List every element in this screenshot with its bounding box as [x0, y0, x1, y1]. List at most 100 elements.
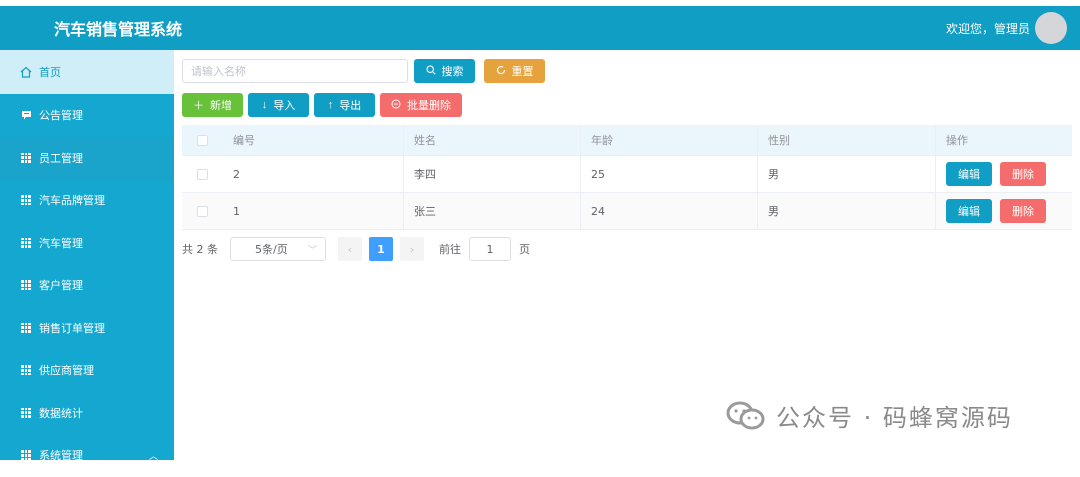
grid-icon: [20, 280, 32, 291]
sidebar-item-home[interactable]: 首页: [0, 50, 174, 94]
delete-button[interactable]: 删除: [1000, 162, 1046, 186]
chevron-left-icon: ‹: [347, 242, 353, 256]
arrow-up-icon: ↑: [327, 99, 334, 111]
sidebar-item-label: 客户管理: [39, 279, 83, 293]
select-all-checkbox-cell: [182, 134, 223, 146]
column-header-id: 编号: [233, 134, 255, 147]
welcome-text: 欢迎您，管理员: [945, 21, 1030, 36]
reset-button-label: 重置: [511, 66, 534, 78]
cell-actions: 编辑 删除: [935, 193, 1072, 229]
sidebar-item-label: 销售订单管理: [39, 321, 105, 335]
grid-icon: [20, 450, 32, 461]
import-button[interactable]: ↓ 导入: [248, 93, 309, 117]
sidebar-item-label: 系统管理: [39, 449, 83, 463]
row-checkbox-cell: [182, 205, 223, 217]
sidebar-item-cars[interactable]: 汽车管理: [0, 222, 174, 265]
goto-label: 前往: [439, 243, 461, 256]
sidebar-item-employees[interactable]: 员工管理: [0, 136, 174, 179]
grid-icon: [20, 195, 32, 206]
watermark-text: 公众号 · 码蜂窝源码: [776, 404, 1013, 432]
table-header: 编号 姓名 年龄 性别 操作: [182, 125, 1072, 156]
cell-age: 24: [580, 193, 757, 229]
sidebar-item-label: 数据统计: [39, 406, 83, 420]
chevron-right-icon: ›: [409, 242, 415, 256]
cell-actions: 编辑 删除: [935, 156, 1072, 192]
total-count: 共 2 条: [182, 243, 218, 256]
grid-icon: [20, 152, 32, 163]
row-checkbox[interactable]: [197, 168, 208, 180]
cell-id: 2: [233, 167, 240, 181]
select-all-checkbox[interactable]: [197, 134, 208, 146]
add-button-label: 新增: [210, 100, 232, 112]
search-button-label: 搜索: [441, 66, 464, 78]
watermark: 公众号 · 码蜂窝源码: [726, 398, 1013, 433]
grid-icon: [20, 237, 32, 248]
plus-icon: ＋: [193, 100, 204, 112]
export-button-label: 导出: [339, 100, 362, 112]
sidebar-item-label: 汽车管理: [39, 236, 83, 250]
sidebar-item-label: 公告管理: [39, 109, 83, 123]
search-button[interactable]: 搜索: [414, 59, 475, 83]
column-header-age: 年龄: [580, 125, 757, 155]
top-header: 汽车销售管理系统 欢迎您，管理员: [0, 6, 1080, 50]
grid-icon: [20, 407, 32, 418]
sidebar-item-label: 员工管理: [39, 151, 83, 165]
avatar[interactable]: [1035, 12, 1067, 44]
sidebar-item-announcements[interactable]: 公告管理: [0, 94, 174, 137]
column-header-name: 姓名: [403, 125, 580, 155]
cell-sex: 男: [757, 156, 935, 192]
sidebar-item-statistics[interactable]: 数据统计: [0, 392, 174, 435]
refresh-icon: [496, 65, 506, 78]
sidebar-item-label: 首页: [39, 66, 61, 79]
sidebar-item-customers[interactable]: 客户管理: [0, 264, 174, 307]
import-button-label: 导入: [273, 100, 296, 112]
edit-button[interactable]: 编辑: [946, 162, 992, 186]
column-header-sex: 性别: [757, 125, 935, 155]
table-row: 2 李四 25 男 编辑 删除: [182, 156, 1072, 193]
chevron-down-icon: ﹀: [307, 245, 317, 256]
cell-name: 李四: [403, 156, 580, 192]
page-size-select[interactable]: 5条/页 ﹀: [230, 237, 326, 261]
grid-icon: [20, 322, 32, 333]
prev-page-button[interactable]: ‹: [338, 237, 362, 261]
sidebar-item-car-brands[interactable]: 汽车品牌管理: [0, 179, 174, 222]
page-size-value: 5条/页: [255, 243, 288, 256]
arrow-down-icon: ↓: [261, 99, 268, 111]
cell-age: 25: [580, 156, 757, 192]
user-area[interactable]: 欢迎您，管理员: [946, 12, 1067, 44]
row-checkbox-cell: [182, 168, 223, 180]
app-title: 汽车销售管理系统: [54, 20, 183, 39]
sidebar-item-system[interactable]: 系统管理 ︿: [0, 434, 174, 477]
sidebar-item-suppliers[interactable]: 供应商管理: [0, 349, 174, 392]
delete-button[interactable]: 删除: [1000, 199, 1046, 223]
column-header-actions: 操作: [935, 125, 1072, 155]
edit-button[interactable]: 编辑: [946, 199, 992, 223]
message-icon: [20, 110, 32, 121]
batch-delete-button[interactable]: 批量删除: [380, 93, 462, 117]
sidebar-item-label: 汽车品牌管理: [39, 194, 105, 208]
grid-icon: [20, 365, 32, 376]
wechat-logo-icon: [726, 401, 766, 431]
goto-page-input[interactable]: 1: [469, 237, 511, 261]
sidebar-item-sales-orders[interactable]: 销售订单管理: [0, 307, 174, 350]
sidebar: 首页 公告管理 员工管理 汽车品牌管理 汽车管理 客户管理 销售订单管理 供应商…: [0, 50, 174, 462]
cell-id: 1: [233, 204, 240, 218]
page-number-current[interactable]: 1: [369, 237, 393, 261]
export-button[interactable]: ↑ 导出: [314, 93, 375, 117]
pagination: 共 2 条 5条/页 ﹀ ‹ 1 › 前往 1 页: [182, 237, 530, 261]
row-checkbox[interactable]: [197, 205, 208, 217]
goto-suffix: 页: [519, 243, 530, 256]
search-icon: [425, 64, 436, 78]
toolbar: ＋ 新增 ↓ 导入 ↑ 导出 批量删除: [182, 93, 462, 117]
search-input[interactable]: 请输入名称: [182, 59, 408, 83]
sidebar-item-label: 供应商管理: [39, 364, 94, 378]
next-page-button[interactable]: ›: [400, 237, 424, 261]
home-icon: [20, 66, 32, 78]
reset-button[interactable]: 重置: [484, 59, 545, 83]
add-button[interactable]: ＋ 新增: [182, 93, 243, 117]
cell-sex: 男: [757, 193, 935, 229]
batch-delete-button-label: 批量删除: [407, 100, 451, 112]
search-bar: 请输入名称 搜索 重置: [182, 59, 545, 83]
remove-circle-icon: [391, 99, 401, 112]
table-row: 1 张三 24 男 编辑 删除: [182, 193, 1072, 230]
